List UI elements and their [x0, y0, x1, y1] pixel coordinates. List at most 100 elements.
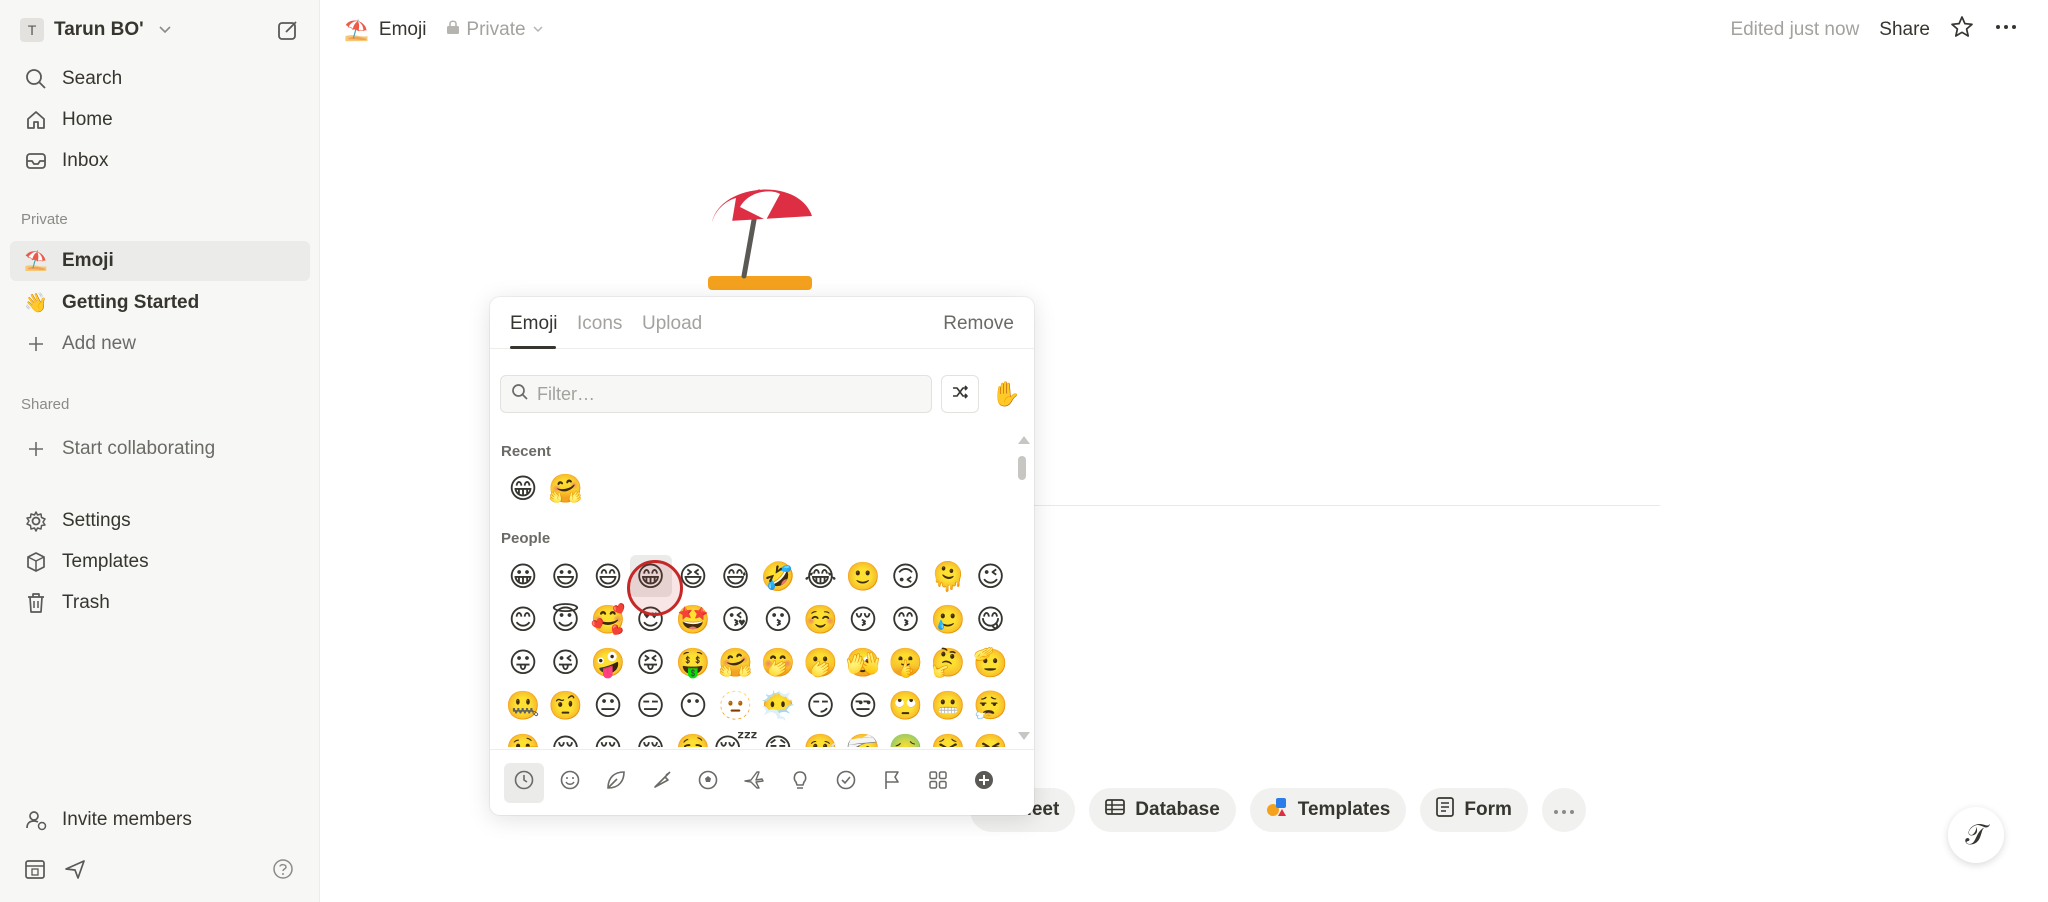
emoji-cell[interactable]: 🤔	[927, 641, 969, 683]
calendar-icon[interactable]	[24, 858, 46, 885]
category-plus-circle-button[interactable]	[964, 763, 1004, 803]
emoji-cell[interactable]: ☺️	[800, 598, 842, 640]
breadcrumb-page-title[interactable]: Emoji	[379, 19, 427, 41]
emoji-cell[interactable]: 😊	[502, 598, 544, 640]
assistant-button[interactable]: 𝒯	[1948, 807, 2004, 863]
start-collaborating-button[interactable]: Start collaborating	[10, 429, 310, 469]
emoji-cell[interactable]: 😴	[713, 727, 758, 748]
more-options-icon[interactable]	[1994, 15, 2018, 45]
emoji-cell[interactable]: 😇	[545, 598, 587, 640]
random-emoji-button[interactable]	[941, 375, 979, 413]
emoji-cell[interactable]: 😶	[672, 684, 714, 726]
emoji-cell[interactable]: 🤫	[885, 641, 927, 683]
emoji-list[interactable]: Recent 😁 🤗 People 😀 😃 😄 😁 😆 😅 🤣 😂 🙂 🙃 🫠 😉 😊 😇 🥰 😍 🤩 😘 😗 ☺️ 😚 😙…	[490, 427, 1034, 747]
emoji-cell[interactable]: 😍	[630, 598, 672, 640]
emoji-cell[interactable]: 🫡	[970, 641, 1012, 683]
filter-field[interactable]	[500, 375, 932, 413]
sidebar-item-templates[interactable]: Templates	[10, 542, 310, 582]
filter-input[interactable]	[537, 383, 917, 405]
emoji-cell[interactable]: 🤐	[502, 684, 544, 726]
emoji-cell[interactable]: 😁	[502, 467, 544, 509]
emoji-cell[interactable]: 😶‍🌫️	[757, 684, 799, 726]
emoji-cell[interactable]: 🤕	[842, 727, 884, 748]
category-bulb-button[interactable]	[780, 763, 820, 803]
emoji-cell[interactable]: 😑	[630, 684, 672, 726]
scroll-up-arrow[interactable]	[1018, 436, 1030, 444]
emoji-cell[interactable]: 😅	[715, 555, 757, 597]
emoji-cell[interactable]: 😜	[545, 641, 587, 683]
category-ball-button[interactable]	[688, 763, 728, 803]
emoji-cell[interactable]: 😋	[970, 598, 1012, 640]
emoji-cell[interactable]: 🫣	[842, 641, 884, 683]
emoji-cell[interactable]: 😙	[885, 598, 927, 640]
category-flag-button[interactable]	[872, 763, 912, 803]
emoji-cell[interactable]: 😃	[545, 555, 587, 597]
emoji-cell[interactable]: 🤗	[545, 467, 587, 509]
tab-icons[interactable]: Icons	[577, 313, 622, 335]
emoji-cell[interactable]: 😬	[927, 684, 969, 726]
skin-tone-button[interactable]: ✋	[987, 375, 1025, 413]
emoji-cell[interactable]: 😀	[502, 555, 544, 597]
workspace-switcher[interactable]: T Tarun BO'	[20, 14, 172, 46]
category-grid-button[interactable]	[918, 763, 958, 803]
form-button[interactable]: Form	[1420, 788, 1528, 832]
emoji-cell[interactable]: 😉	[970, 555, 1012, 597]
send-icon[interactable]	[64, 858, 86, 885]
database-button[interactable]: Database	[1089, 788, 1236, 832]
privacy-dropdown[interactable]: Private	[446, 19, 543, 41]
emoji-cell[interactable]: 🥰	[587, 598, 629, 640]
emoji-cell[interactable]: 🤪	[587, 641, 629, 683]
emoji-cell[interactable]: 🤩	[672, 598, 714, 640]
emoji-cell[interactable]: 🤗	[715, 641, 757, 683]
more-actions-button[interactable]	[1541, 788, 1586, 832]
category-plane-button[interactable]	[734, 763, 774, 803]
scrollbar-thumb[interactable]	[1018, 456, 1026, 480]
emoji-cell[interactable]: 🫢	[800, 641, 842, 683]
emoji-cell[interactable]: 😔	[587, 727, 629, 748]
emoji-cell[interactable]: 😆	[672, 555, 714, 597]
category-food-button[interactable]	[642, 763, 682, 803]
emoji-cell[interactable]: 🤢	[885, 727, 927, 748]
tab-emoji[interactable]: Emoji	[510, 313, 558, 335]
category-leaf-button[interactable]	[596, 763, 636, 803]
emoji-cell[interactable]: 🙃	[885, 555, 927, 597]
page-icon[interactable]	[700, 180, 820, 290]
tab-upload[interactable]: Upload	[642, 313, 702, 335]
scroll-down-arrow[interactable]	[1018, 732, 1030, 740]
emoji-cell[interactable]: 🙄	[885, 684, 927, 726]
category-check-button[interactable]	[826, 763, 866, 803]
sidebar-item-search[interactable]: Search	[10, 59, 310, 99]
emoji-cell[interactable]: 🤑	[672, 641, 714, 683]
emoji-cell[interactable]: 🤣	[757, 555, 799, 597]
sidebar-item-emoji[interactable]: ⛱️ Emoji	[10, 241, 310, 281]
star-icon[interactable]	[1950, 15, 1974, 45]
emoji-cell[interactable]: 😄	[587, 555, 629, 597]
emoji-cell[interactable]: 😪	[630, 727, 672, 748]
emoji-cell[interactable]: 🫥	[715, 684, 757, 726]
new-page-icon[interactable]	[274, 16, 302, 44]
emoji-cell[interactable]: 😌	[545, 727, 587, 748]
emoji-cell[interactable]: 🤤	[672, 727, 714, 748]
sidebar-item-settings[interactable]: Settings	[10, 501, 310, 541]
remove-button[interactable]: Remove	[943, 313, 1014, 335]
emoji-cell[interactable]: 🤥	[502, 727, 544, 748]
invite-members-button[interactable]: Invite members	[10, 800, 310, 840]
emoji-cell[interactable]: 🤒	[800, 727, 842, 748]
emoji-cell[interactable]: 🙂	[842, 555, 884, 597]
templates-button[interactable]: Templates	[1249, 788, 1407, 832]
sidebar-item-inbox[interactable]: Inbox	[10, 141, 310, 181]
emoji-cell[interactable]: 😮‍💨	[970, 684, 1012, 726]
share-button[interactable]: Share	[1879, 19, 1930, 41]
breadcrumb-page-emoji[interactable]: ⛱️	[344, 18, 369, 43]
sidebar-item-home[interactable]: Home	[10, 100, 310, 140]
category-recent-button[interactable]	[504, 762, 544, 803]
add-new-button[interactable]: Add new	[10, 324, 310, 364]
emoji-cell[interactable]: 😚	[842, 598, 884, 640]
emoji-cell[interactable]: 🤭	[757, 641, 799, 683]
emoji-cell[interactable]: 😏	[800, 684, 842, 726]
emoji-cell[interactable]: 😂	[800, 555, 842, 597]
emoji-cell[interactable]: 😝	[630, 641, 672, 683]
sidebar-item-trash[interactable]: Trash	[10, 583, 310, 623]
emoji-cell[interactable]: 🤧	[970, 727, 1012, 748]
emoji-cell[interactable]: 😛	[502, 641, 544, 683]
